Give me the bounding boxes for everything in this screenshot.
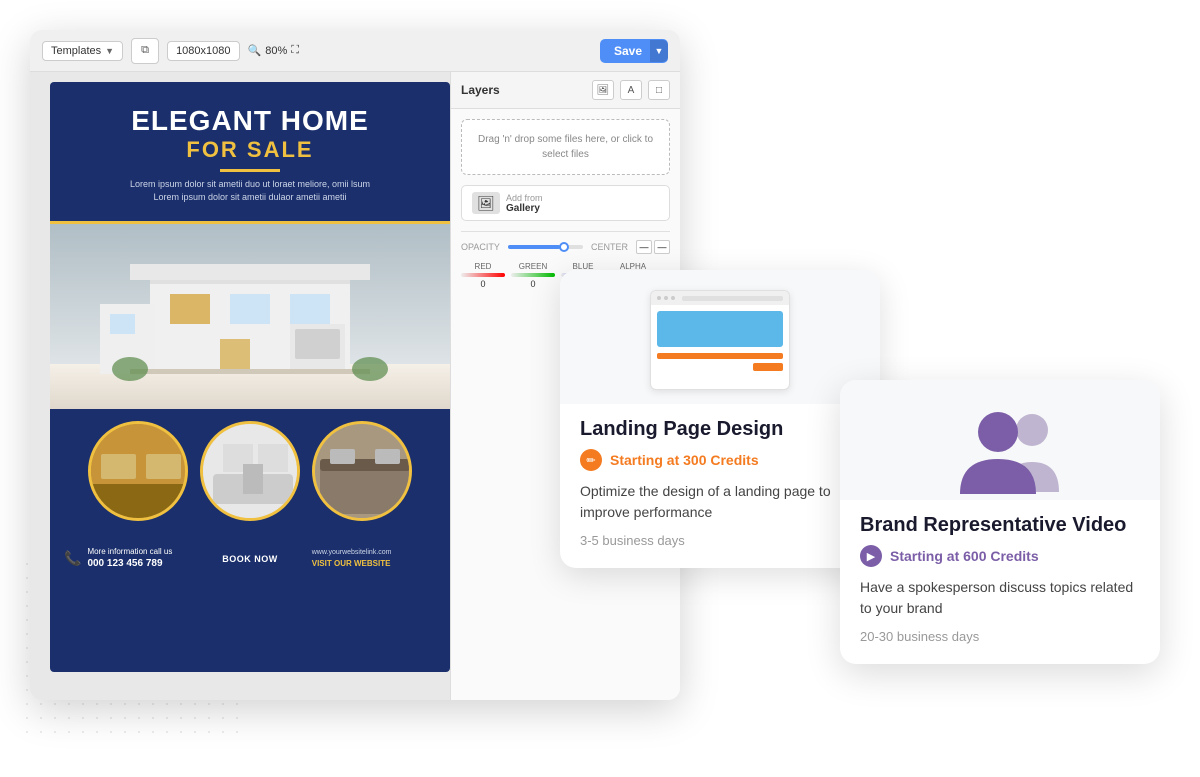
- card-landing-title: Landing Page Design: [580, 418, 860, 441]
- card-brand-credits-row: ▶ Starting at 600 Credits: [860, 545, 1140, 567]
- brand-description: Have a spokesperson discuss topics relat…: [860, 577, 1140, 619]
- layers-title: Layers: [461, 83, 500, 97]
- templates-dropdown[interactable]: Templates ▼: [42, 41, 123, 61]
- save-label: Save: [614, 44, 642, 58]
- card-brand-content: Brand Representative Video ▶ Starting at…: [840, 500, 1160, 664]
- canvas-area[interactable]: ELEGANT HOME FOR SALE Lorem ipsum dolor …: [30, 72, 450, 700]
- card-landing-content: Landing Page Design ✏ Starting at 300 Cr…: [560, 404, 880, 568]
- green-slider[interactable]: [511, 273, 555, 277]
- card-landing-credits-row: ✏ Starting at 300 Credits: [580, 449, 860, 471]
- green-channel: GREEN 0: [511, 262, 555, 289]
- card-brand-title: Brand Representative Video: [860, 514, 1140, 537]
- brand-delivery: 20-30 business days: [860, 629, 1140, 644]
- credits-icon-landing: ✏: [580, 449, 602, 471]
- upload-area[interactable]: Drag 'n' drop some files here, or click …: [461, 119, 670, 175]
- center-y-input[interactable]: —: [654, 240, 670, 254]
- add-gallery-button[interactable]: 🖼 Add from Gallery: [461, 185, 670, 221]
- scene: Templates ▼ ⧉ 1080x1080 🔍 80% ⛶ Save ▼: [0, 0, 1200, 777]
- upload-text: Drag 'n' drop some files here, or click …: [478, 134, 653, 160]
- zoom-controls: 🔍 80% ⛶: [248, 44, 299, 57]
- flyer-header: ELEGANT HOME FOR SALE Lorem ipsum dolor …: [50, 82, 450, 224]
- flyer-circle-bedroom: [312, 421, 412, 521]
- copy-icon-btn[interactable]: ⧉: [131, 38, 159, 64]
- phone-icon: 📞: [64, 550, 81, 567]
- dimensions-display: 1080x1080: [167, 41, 239, 61]
- save-caret-icon: ▼: [650, 40, 668, 62]
- layers-header: Layers 🖼 A □: [451, 72, 680, 109]
- flyer-house-image: [50, 224, 450, 409]
- lp-hero-area: [657, 311, 783, 347]
- expand-icon: ⛶: [291, 44, 299, 57]
- opacity-fill: [508, 245, 561, 249]
- card-brand-video: Brand Representative Video ▶ Starting at…: [840, 380, 1160, 664]
- landing-page-mockup: [650, 290, 790, 390]
- lp-dot-2: [664, 296, 668, 300]
- layer-text-icon-btn[interactable]: A: [620, 80, 642, 100]
- footer-contact-text: More information call us 000 123 456 789: [87, 546, 172, 571]
- center-x-input[interactable]: —: [636, 240, 652, 254]
- avatar-group: [950, 404, 1050, 484]
- flyer-title: ELEGANT HOME: [70, 106, 430, 137]
- footer-website-text: www.yourwebsitelink.com VISIT OUR WEBSIT…: [312, 548, 392, 571]
- lp-orange-bar: [657, 353, 783, 359]
- credits-icon-brand: ▶: [860, 545, 882, 567]
- chevron-down-icon: ▼: [105, 46, 114, 56]
- layer-add-icon-btn[interactable]: □: [648, 80, 670, 100]
- flyer-desc: Lorem ipsum dolor sit ametii duo ut lora…: [70, 178, 430, 205]
- lp-dot-3: [671, 296, 675, 300]
- landing-description: Optimize the design of a landing page to…: [580, 481, 860, 523]
- gallery-thumb-icon: 🖼: [472, 192, 500, 214]
- landing-credits-text: Starting at 300 Credits: [610, 452, 759, 468]
- flyer-footer: 📞 More information call us 000 123 456 7…: [50, 533, 450, 585]
- opacity-slider[interactable]: [508, 245, 583, 249]
- search-icon: 🔍: [248, 44, 262, 57]
- opacity-label: OPACITY: [461, 242, 500, 252]
- footer-book-button[interactable]: BOOK NOW: [202, 533, 298, 585]
- layers-icon-buttons: 🖼 A □: [592, 80, 670, 100]
- lp-url-bar: [682, 296, 783, 301]
- templates-label: Templates: [51, 45, 101, 57]
- center-label: CENTER: [591, 242, 628, 252]
- zoom-value: 80%: [265, 45, 287, 57]
- flyer-circle-kitchen: [88, 421, 188, 521]
- lp-topbar: [651, 291, 789, 305]
- flyer: ELEGANT HOME FOR SALE Lorem ipsum dolor …: [50, 82, 450, 672]
- brand-credits-text: Starting at 600 Credits: [890, 548, 1039, 564]
- flyer-circle-living: [200, 421, 300, 521]
- editor-toolbar: Templates ▼ ⧉ 1080x1080 🔍 80% ⛶ Save ▼: [30, 30, 680, 72]
- footer-website-section: www.yourwebsitelink.com VISIT OUR WEBSIT…: [298, 533, 450, 585]
- flyer-circles: [50, 409, 450, 533]
- card-landing-page-design: Landing Page Design ✏ Starting at 300 Cr…: [560, 270, 880, 568]
- card-brand-preview: [840, 380, 1160, 500]
- lp-cta-btn: [753, 363, 783, 371]
- red-slider[interactable]: [461, 273, 505, 277]
- opacity-thumb[interactable]: [559, 242, 569, 252]
- layer-image-icon-btn[interactable]: 🖼: [592, 80, 614, 100]
- save-button[interactable]: Save ▼: [600, 39, 668, 63]
- footer-contact-section: 📞 More information call us 000 123 456 7…: [50, 533, 202, 585]
- landing-delivery: 3-5 business days: [580, 533, 860, 548]
- card-landing-preview: [560, 270, 880, 404]
- flyer-underline: [220, 169, 280, 172]
- lp-dot-1: [657, 296, 661, 300]
- flyer-subtitle: FOR SALE: [70, 137, 430, 163]
- red-channel: RED 0: [461, 262, 505, 289]
